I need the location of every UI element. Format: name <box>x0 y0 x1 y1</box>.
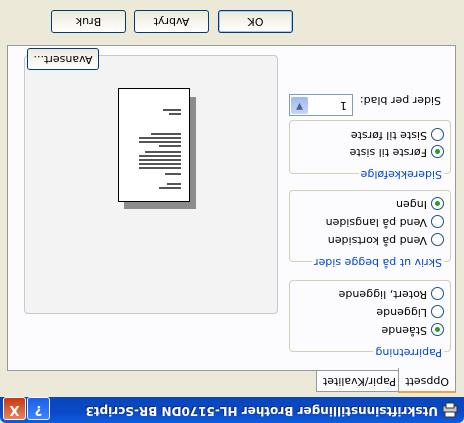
radio-indicator <box>431 323 444 337</box>
radio-flip-long-edge[interactable]: Vend på langsiden <box>326 215 444 229</box>
radio-portrait[interactable]: Stående <box>381 323 444 337</box>
text-line <box>139 167 181 169</box>
radio-indicator <box>431 128 444 142</box>
page-order-group-label: Siderekkefølge <box>358 168 444 181</box>
title-bar[interactable]: Utskriftsinnstillinger Brother HL-5170DN… <box>0 397 464 423</box>
text-line <box>167 183 181 185</box>
text-line <box>145 151 181 153</box>
window-title: Utskriftsinnstillinger Brother HL-5170DN… <box>85 404 438 418</box>
close-button[interactable]: X <box>3 397 26 420</box>
radio-indicator <box>431 233 444 247</box>
radio-duplex-none[interactable]: Ingen <box>396 197 444 211</box>
orientation-group-label: Papirretning <box>373 346 444 359</box>
radio-indicator <box>431 305 444 319</box>
radio-indicator <box>431 197 444 211</box>
upside-down-screenshot: Utskriftsinnstillinger Brother HL-5170DN… <box>0 0 464 423</box>
text-line <box>139 141 181 143</box>
radio-front-to-back[interactable]: Første til siste <box>350 145 444 159</box>
cancel-button[interactable]: Avbryt <box>134 10 209 33</box>
layout-preview <box>24 55 278 314</box>
text-line <box>139 163 181 165</box>
duplex-group: Skriv ut på begge sider Vend på kortside… <box>289 190 451 269</box>
pages-per-sheet-value: 1 <box>340 99 347 112</box>
ok-button[interactable]: OK <box>218 10 293 33</box>
tab-paper-quality[interactable]: Papir/Kvalitet <box>315 371 403 392</box>
apply-button[interactable]: Bruk <box>51 10 126 33</box>
tab-layout[interactable]: Oppsett <box>398 368 456 393</box>
text-line <box>169 113 181 115</box>
advanced-button[interactable]: Avansert... <box>27 48 99 70</box>
text-line <box>163 109 181 111</box>
page-preview <box>118 88 190 202</box>
printing-preferences-dialog: Utskriftsinnstillinger Brother HL-5170DN… <box>0 0 464 423</box>
chevron-down-icon[interactable]: ▼ <box>291 97 308 114</box>
pages-per-sheet-label: Sider per blad: <box>359 94 441 107</box>
pages-per-sheet-select[interactable]: 1 ▼ <box>289 94 353 116</box>
page-order-group: Siderekkefølge Første til siste Siste ti… <box>289 120 451 181</box>
text-line <box>165 173 181 175</box>
radio-landscape[interactable]: Liggende <box>376 305 444 319</box>
text-line <box>139 159 181 161</box>
text-line <box>159 187 181 189</box>
radio-rotated-landscape[interactable]: Rotert, liggende <box>339 287 444 301</box>
printer-icon <box>442 402 458 418</box>
radio-flip-short-edge[interactable]: Vend på kortsiden <box>328 233 444 247</box>
radio-back-to-front[interactable]: Siste til første <box>351 128 444 142</box>
text-line <box>151 133 181 135</box>
help-button[interactable]: ? <box>27 397 50 420</box>
text-line <box>139 137 181 139</box>
orientation-group: Papirretning Stående Liggende Rotert, li… <box>289 280 451 359</box>
text-line <box>139 155 181 157</box>
radio-indicator <box>431 287 444 301</box>
radio-indicator <box>431 145 444 159</box>
radio-indicator <box>431 215 444 229</box>
duplex-group-label: Skriv ut på begge sider <box>312 256 444 269</box>
text-line <box>159 145 181 147</box>
tab-panel-layout: Papirretning Stående Liggende Rotert, li… <box>7 45 456 371</box>
